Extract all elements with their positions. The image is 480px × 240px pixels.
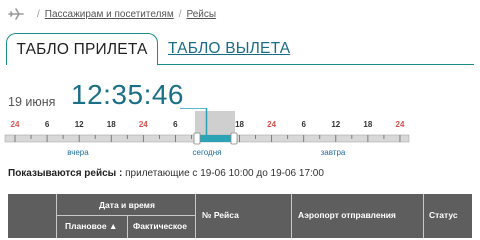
breadcrumb-link-passengers[interactable]: Пассажирам и посетителям — [45, 9, 174, 20]
breadcrumb-separator: / — [37, 8, 40, 20]
hour-label: 18 — [363, 120, 372, 129]
hour-label: 6 — [173, 120, 178, 129]
hour-label: 24 — [139, 120, 148, 129]
day-label-yesterday: вчера — [67, 148, 89, 157]
col-status: Статус — [423, 194, 472, 238]
hour-label: 18 — [235, 120, 244, 129]
selected-range — [199, 135, 232, 142]
range-handle-right — [230, 132, 238, 145]
hour-label: 12 — [203, 120, 212, 129]
header-status[interactable]: Статус — [429, 210, 458, 220]
breadcrumb: / Пассажирам и посетителям / Рейсы — [8, 7, 216, 21]
hour-label: 24 — [267, 120, 276, 129]
showing-range: прилетающие с 19-06 10:00 до 19-06 17:00 — [125, 168, 324, 179]
hour-label: 12 — [331, 120, 340, 129]
breadcrumb-separator: / — [178, 8, 182, 20]
tab-departures[interactable]: ТАБЛО ВЫЛЕТА — [168, 33, 290, 65]
header-origin-airport[interactable]: Аэропорт отправления — [298, 210, 396, 220]
range-handle-left — [193, 132, 201, 145]
col-origin: Аэропорт отправления — [291, 194, 423, 238]
day-label-tomorrow: завтра — [320, 148, 346, 157]
tab-arrivals[interactable]: ТАБЛО ПРИЛЕТА — [6, 33, 158, 65]
time-range-slider[interactable]: 24 6 12 18 24 6 12 18 24 6 12 18 24 вчера сегодня за… — [0, 108, 480, 158]
header-planned-sort[interactable]: Плановое ▲ — [65, 221, 117, 231]
current-time: 12:35:46 — [71, 79, 184, 110]
showing-flights-line: Показываются рейсы : прилетающие с 19-06… — [8, 168, 324, 179]
current-date: 19 июня — [8, 95, 56, 109]
hour-label: 12 — [75, 120, 84, 129]
hour-label: 6 — [45, 120, 50, 129]
col-flight-number: № Рейса — [195, 194, 291, 238]
header-date-time: Дата и время — [99, 200, 155, 210]
timeline-scale: 24 6 12 18 24 6 12 18 24 6 12 18 24 — [4, 108, 410, 145]
hour-label: 6 — [301, 120, 306, 129]
day-label-today: сегодня — [192, 148, 222, 157]
breadcrumb-link-flights[interactable]: Рейсы — [186, 9, 216, 20]
col-blank — [8, 194, 56, 238]
header-flight-number[interactable]: № Рейса — [202, 210, 239, 220]
showing-label: Показываются рейсы : — [8, 168, 123, 179]
hour-label: 18 — [107, 120, 116, 129]
board-tabs: ТАБЛО ПРИЛЕТА ТАБЛО ВЫЛЕТА — [6, 33, 474, 65]
header-actual[interactable]: Фактическое — [133, 221, 187, 231]
hour-label: 24 — [11, 120, 20, 129]
hour-label: 24 — [396, 120, 405, 129]
flights-table-header: Дата и время Плановое ▲ Фактическое № Ре… — [8, 194, 472, 238]
airplane-icon — [8, 8, 24, 20]
col-date-time: Дата и время Плановое ▲ Фактическое — [56, 194, 195, 238]
